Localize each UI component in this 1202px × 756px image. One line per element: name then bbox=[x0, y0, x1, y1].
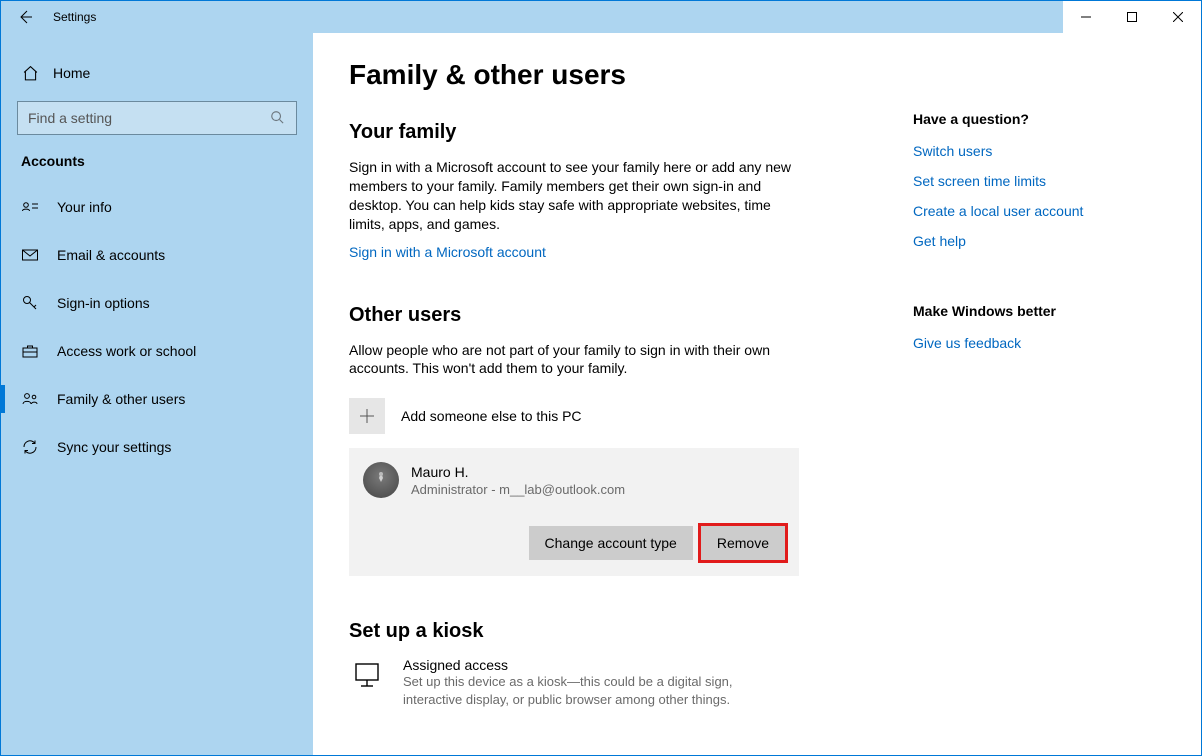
plus-icon bbox=[359, 408, 375, 424]
link-switch-users[interactable]: Switch users bbox=[913, 143, 992, 159]
add-someone-label: Add someone else to this PC bbox=[401, 408, 582, 424]
question-links: Switch users Set screen time limits Crea… bbox=[913, 143, 1173, 249]
link-get-help[interactable]: Get help bbox=[913, 233, 966, 249]
remove-button[interactable]: Remove bbox=[701, 526, 785, 560]
feedback-heading: Make Windows better bbox=[913, 303, 1173, 319]
avatar-image-icon bbox=[370, 469, 392, 491]
sync-icon bbox=[21, 438, 39, 456]
kiosk-heading: Set up a kiosk bbox=[349, 620, 883, 643]
sidebar-item-label: Email & accounts bbox=[57, 247, 165, 263]
avatar bbox=[363, 462, 399, 498]
minimize-icon bbox=[1081, 12, 1091, 22]
page-title: Family & other users bbox=[349, 59, 883, 91]
settings-window: Settings Home bbox=[0, 0, 1202, 756]
search-box[interactable] bbox=[17, 101, 297, 135]
people-icon bbox=[21, 390, 39, 408]
mail-icon bbox=[21, 246, 39, 264]
window-title: Settings bbox=[53, 10, 96, 24]
assigned-access-subtitle: Set up this device as a kiosk—this could… bbox=[403, 673, 783, 708]
briefcase-icon bbox=[21, 342, 39, 360]
sign-in-microsoft-link[interactable]: Sign in with a Microsoft account bbox=[349, 244, 546, 260]
sidebar-item-sync-settings[interactable]: Sync your settings bbox=[1, 423, 313, 471]
right-rail: Have a question? Switch users Set screen… bbox=[913, 33, 1193, 755]
body: Home Accounts Your info bbox=[1, 33, 1201, 755]
nav-list: Your info Email & accounts Sign-in optio… bbox=[1, 183, 313, 471]
titlebar-left: Settings bbox=[1, 1, 1063, 33]
content: Family & other users Your family Sign in… bbox=[313, 33, 913, 755]
search-input[interactable] bbox=[28, 110, 270, 126]
assigned-access-row[interactable]: Assigned access Set up this device as a … bbox=[349, 657, 883, 708]
change-account-type-button[interactable]: Change account type bbox=[529, 526, 693, 560]
arrow-left-icon bbox=[17, 9, 33, 25]
sidebar-item-label: Family & other users bbox=[57, 391, 185, 407]
sidebar-home[interactable]: Home bbox=[1, 53, 313, 93]
other-users-body: Allow people who are not part of your fa… bbox=[349, 341, 809, 379]
home-icon bbox=[21, 64, 39, 82]
window-controls bbox=[1063, 1, 1201, 33]
user-text: Mauro H. Administrator - m__lab@outlook.… bbox=[411, 464, 625, 497]
sidebar-item-email-accounts[interactable]: Email & accounts bbox=[1, 231, 313, 279]
person-card-icon bbox=[21, 198, 39, 216]
close-icon bbox=[1173, 12, 1183, 22]
sidebar-item-label: Access work or school bbox=[57, 343, 196, 359]
main: Family & other users Your family Sign in… bbox=[313, 33, 1201, 755]
kiosk-text: Assigned access Set up this device as a … bbox=[403, 657, 783, 708]
titlebar: Settings bbox=[1, 1, 1201, 33]
sidebar-item-access-work-school[interactable]: Access work or school bbox=[1, 327, 313, 375]
question-heading: Have a question? bbox=[913, 111, 1173, 127]
link-screen-time[interactable]: Set screen time limits bbox=[913, 173, 1046, 189]
minimize-button[interactable] bbox=[1063, 1, 1109, 33]
user-subtitle: Administrator - m__lab@outlook.com bbox=[411, 482, 625, 497]
sidebar-item-sign-in-options[interactable]: Sign-in options bbox=[1, 279, 313, 327]
search-wrap bbox=[1, 93, 313, 153]
sidebar-item-label: Your info bbox=[57, 199, 112, 215]
key-icon bbox=[21, 294, 39, 312]
user-actions: Change account type Remove bbox=[363, 526, 785, 560]
link-give-feedback[interactable]: Give us feedback bbox=[913, 335, 1021, 351]
feedback-links: Give us feedback bbox=[913, 335, 1173, 351]
plus-tile bbox=[349, 398, 385, 434]
sidebar-item-family-other-users[interactable]: Family & other users bbox=[1, 375, 313, 423]
monitor-icon bbox=[349, 657, 385, 693]
sidebar-item-label: Sync your settings bbox=[57, 439, 171, 455]
user-card[interactable]: Mauro H. Administrator - m__lab@outlook.… bbox=[349, 448, 799, 576]
maximize-button[interactable] bbox=[1109, 1, 1155, 33]
link-create-local-user[interactable]: Create a local user account bbox=[913, 203, 1083, 219]
close-button[interactable] bbox=[1155, 1, 1201, 33]
user-header: Mauro H. Administrator - m__lab@outlook.… bbox=[363, 462, 785, 498]
assigned-access-title: Assigned access bbox=[403, 657, 783, 673]
home-label: Home bbox=[53, 65, 90, 81]
add-someone-button[interactable]: Add someone else to this PC bbox=[349, 398, 883, 434]
other-users-heading: Other users bbox=[349, 304, 883, 327]
family-heading: Your family bbox=[349, 121, 883, 144]
sidebar: Home Accounts Your info bbox=[1, 33, 313, 755]
sidebar-section-header: Accounts bbox=[1, 153, 313, 183]
sidebar-item-label: Sign-in options bbox=[57, 295, 150, 311]
family-body: Sign in with a Microsoft account to see … bbox=[349, 158, 809, 234]
user-name: Mauro H. bbox=[411, 464, 625, 480]
search-icon bbox=[270, 110, 286, 126]
sidebar-item-your-info[interactable]: Your info bbox=[1, 183, 313, 231]
back-button[interactable] bbox=[1, 1, 49, 33]
maximize-icon bbox=[1127, 12, 1137, 22]
